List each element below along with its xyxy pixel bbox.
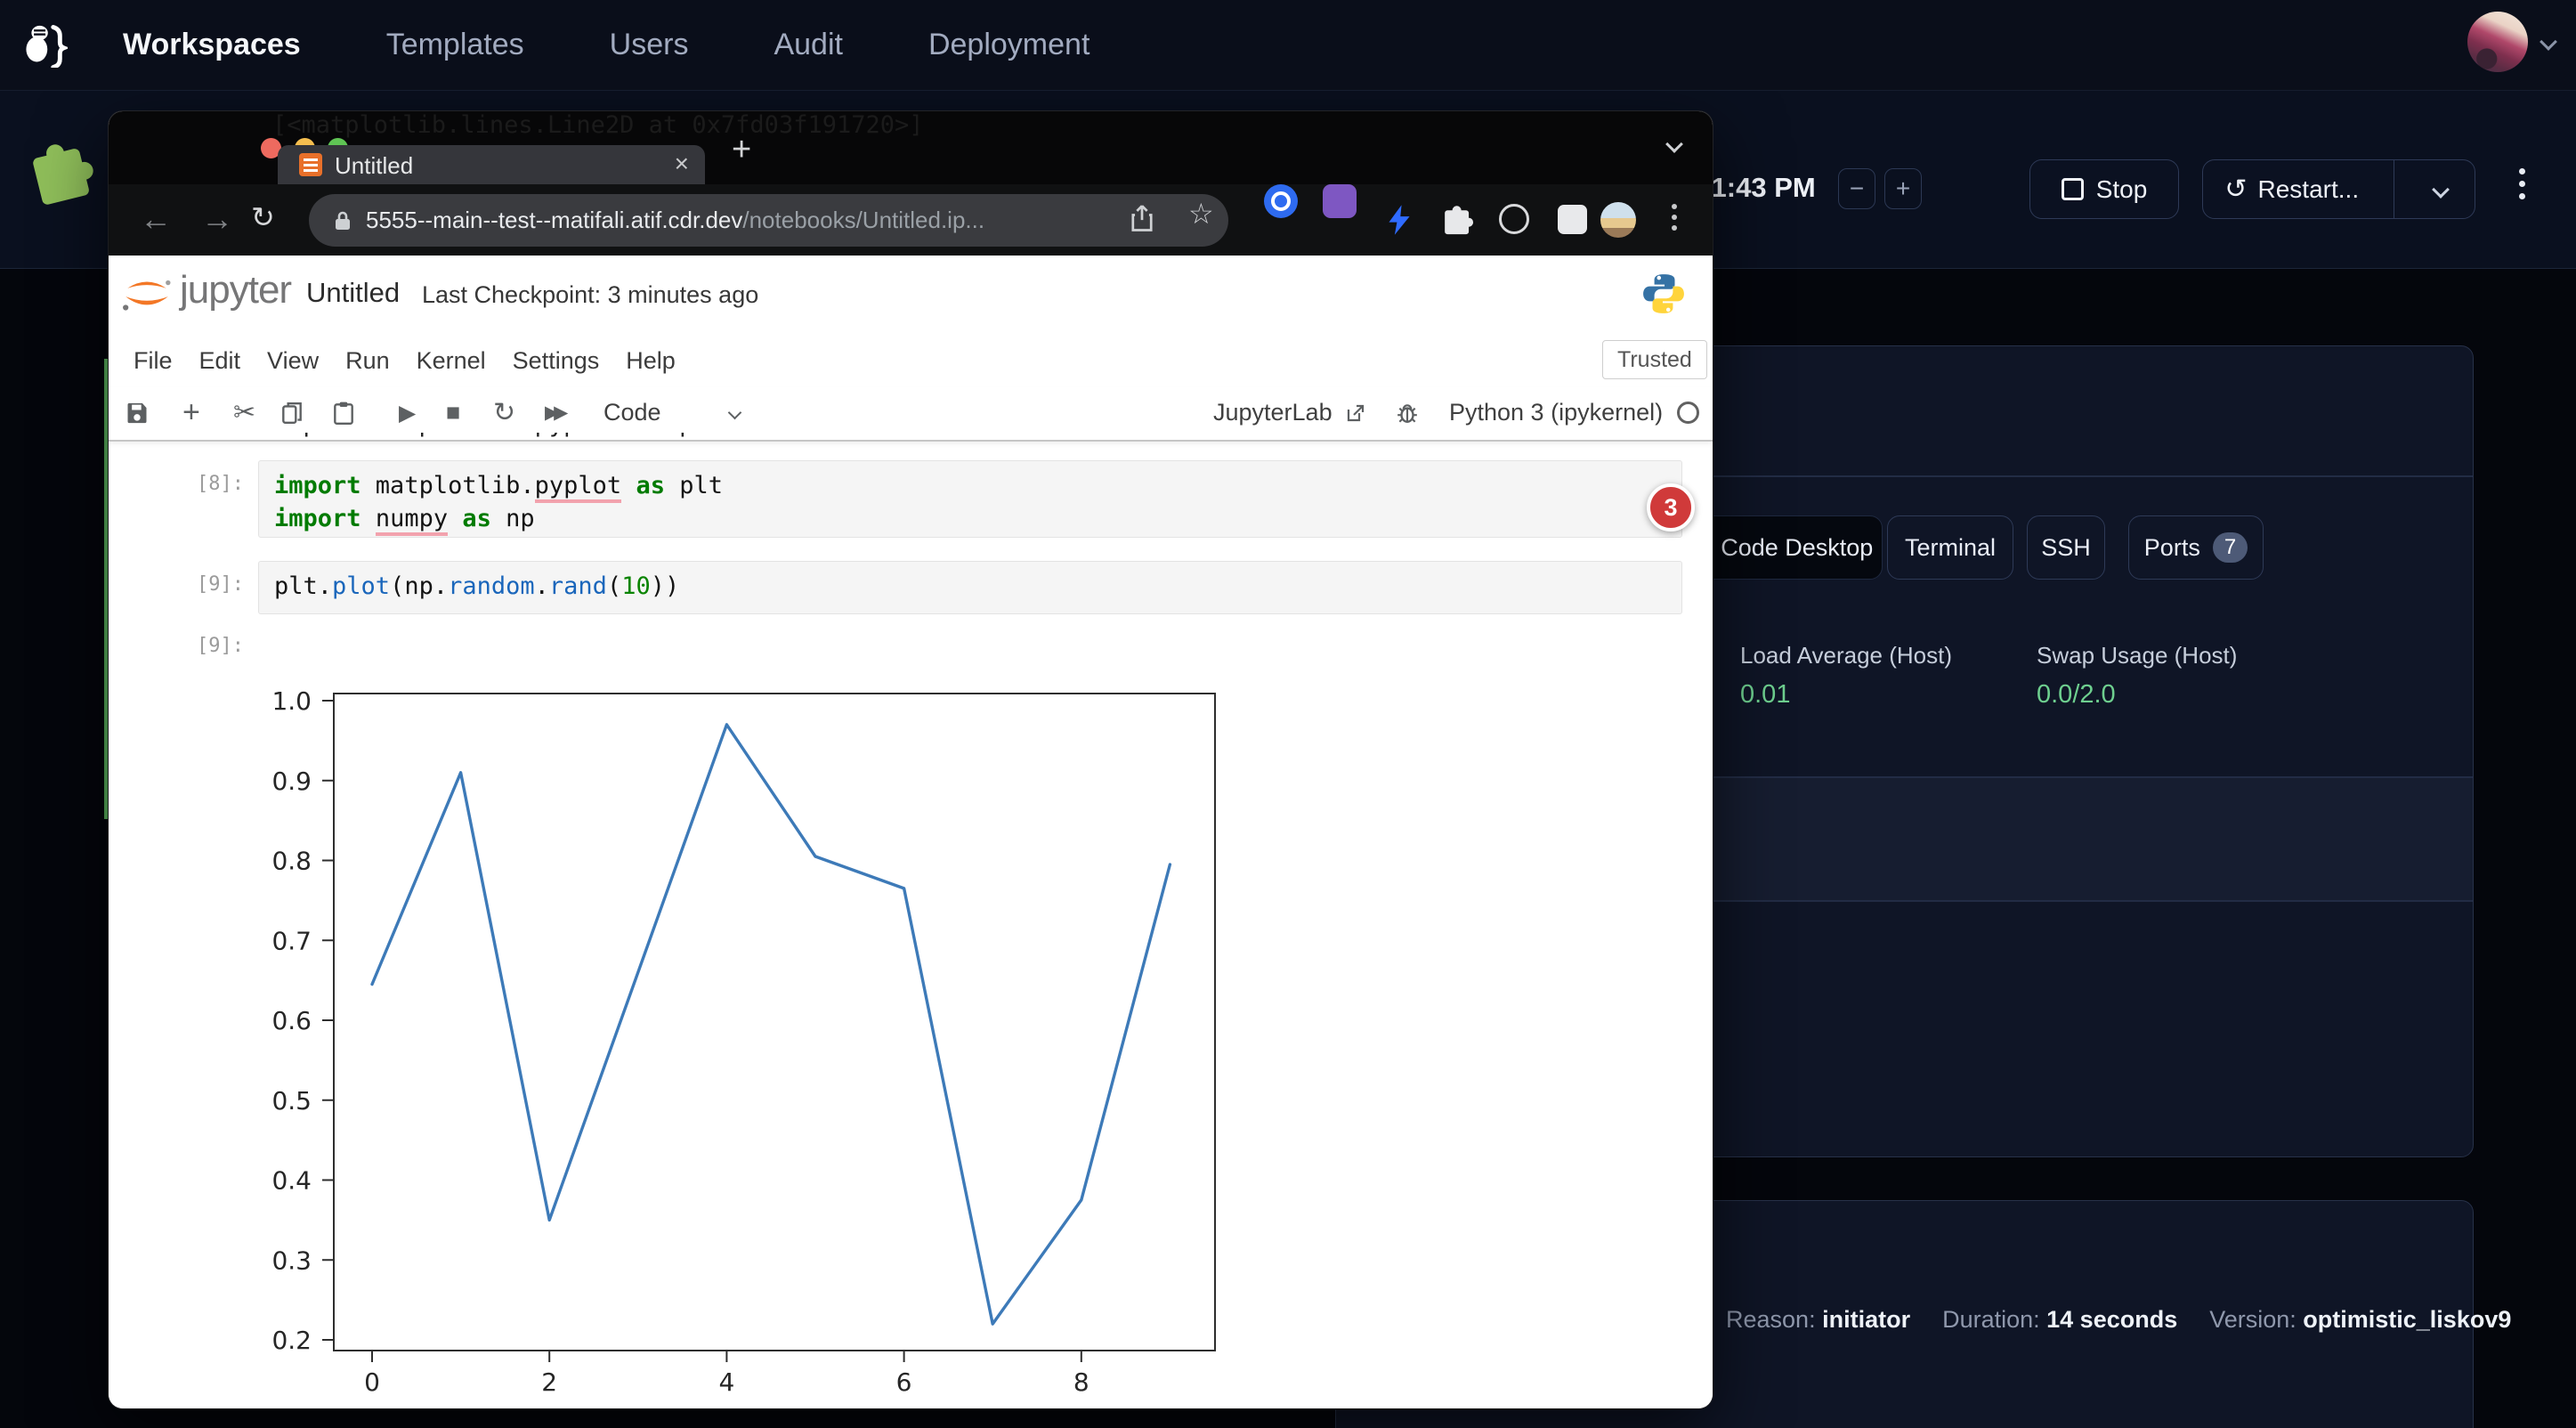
code-line: plt.plot(np.random.rand(10)): [274, 572, 679, 602]
code-token: plot: [332, 572, 390, 600]
meta-item: Version: optimistic_liskov9: [2209, 1306, 2511, 1334]
stat-label: Swap Usage (Host): [2037, 642, 2237, 669]
top-nav: Workspaces Templates Users Audit Deployment: [0, 0, 2576, 91]
nav-menu: Workspaces Templates Users Audit Deployment: [123, 0, 1090, 90]
nav-item-audit[interactable]: Audit: [774, 28, 843, 62]
code-token: random: [448, 572, 535, 600]
svg-text:6: 6: [896, 1367, 912, 1397]
screen: WorkspacesTemplatesUsersAuditDeployment …: [0, 0, 2576, 1428]
meta-label: Duration:: [1942, 1306, 2046, 1333]
svg-text:0.6: 0.6: [271, 1006, 312, 1035]
restart-icon: ↺: [2224, 176, 2247, 203]
cell-input-prompt: [8]:: [160, 471, 244, 498]
restart-split-button: ↺ Restart...: [2202, 159, 2475, 219]
cell-output-text: [<matplotlib.lines.Line2D at 0x7fd03f191…: [272, 111, 924, 140]
nav-item-workspaces[interactable]: Workspaces: [123, 28, 301, 62]
nav-item-templates[interactable]: Templates: [386, 28, 524, 62]
code-token: np: [491, 505, 535, 532]
code-token: )): [651, 572, 680, 600]
code-token: as: [636, 472, 665, 499]
meta-label: Reason:: [1726, 1306, 1822, 1333]
background: [0, 302, 119, 359]
svg-text:0.7: 0.7: [271, 926, 312, 955]
cell-input-prompt: [9]:: [160, 572, 244, 598]
user-avatar[interactable]: [2467, 12, 2528, 72]
svg-text:0.5: 0.5: [271, 1086, 312, 1116]
svg-text:0.4: 0.4: [271, 1166, 312, 1196]
chevron-down-icon[interactable]: [2540, 33, 2557, 51]
meta-item: Duration: 14 seconds: [1942, 1306, 2177, 1334]
zoom-out-button[interactable]: −: [1838, 168, 1875, 209]
restart-menu-button[interactable]: [2407, 160, 2475, 218]
notification-count-badge[interactable]: 3: [1647, 483, 1695, 531]
stat-block: Swap Usage (Host) 0.0/2.0: [2037, 642, 2237, 710]
code-token: as: [462, 505, 491, 532]
code-token: plt.: [274, 572, 332, 600]
code-token: rand: [549, 572, 607, 600]
stat-label: Load Average (Host): [1740, 642, 1952, 669]
svg-text:1.0: 1.0: [271, 686, 312, 716]
svg-text:0.9: 0.9: [271, 767, 312, 796]
restart-button[interactable]: ↺ Restart...: [2203, 160, 2381, 218]
workspace-time: 11:43 PM: [1697, 172, 1816, 204]
meta-value: 14 seconds: [2046, 1306, 2177, 1333]
restart-label: Restart...: [2258, 175, 2360, 204]
meta-value: optimistic_liskov9: [2303, 1306, 2511, 1333]
svg-text:0.3: 0.3: [271, 1245, 312, 1275]
code-token: [621, 472, 636, 499]
code-token: .: [535, 572, 549, 600]
stop-button[interactable]: Stop: [2029, 159, 2179, 219]
matplotlib-figure: 1.0 0.9 0.8 0.7 0.6 0.5 0.4 0.3 0.2 0 2 4 6 8: [251, 670, 1275, 1408]
svg-text:2: 2: [541, 1367, 557, 1397]
stat-value: 0.0/2.0: [2037, 680, 2237, 710]
svg-text:0: 0: [364, 1367, 380, 1397]
code-token: (: [607, 572, 621, 600]
code-token: [361, 505, 376, 532]
svg-text:4: 4: [718, 1367, 734, 1397]
code-token: 10: [621, 572, 651, 600]
code-token: numpy: [376, 505, 448, 536]
workspace-app-puzzle-icon: [19, 129, 101, 215]
code-token: import: [274, 505, 361, 532]
meta-label: Version:: [2209, 1306, 2303, 1333]
code-line: import numpy as np: [274, 504, 535, 534]
stat-block: Load Average (Host) 0.01: [1740, 642, 1952, 710]
code-token: pyplot: [535, 472, 622, 503]
build-meta-row: Reason: initiator Duration: 14 seconds Ver…: [1726, 1306, 2511, 1334]
code-token: matplotlib.: [361, 472, 535, 499]
clipped-code-line: import matplotlib.pyplot as plt: [274, 433, 1431, 440]
nav-item-users[interactable]: Users: [610, 28, 689, 62]
meta-item: Reason: initiator: [1726, 1306, 1910, 1334]
stop-icon: [2062, 178, 2084, 200]
code-token: (np.: [390, 572, 448, 600]
nav-item-deployment[interactable]: Deployment: [928, 28, 1090, 62]
svg-text:8: 8: [1073, 1367, 1090, 1397]
svg-text:0.8: 0.8: [271, 847, 312, 876]
svg-text:0.2: 0.2: [271, 1326, 312, 1355]
code-line: import matplotlib.pyplot as plt: [274, 471, 723, 501]
workspace-kebab-menu[interactable]: [2519, 168, 2525, 199]
stat-value: 0.01: [1740, 680, 1952, 710]
divider: [2394, 160, 2395, 218]
code-token: [448, 505, 462, 532]
cell-output-prompt: [9]:: [160, 633, 244, 660]
chevron-down-icon: [2432, 181, 2450, 199]
coder-logo-icon[interactable]: [21, 21, 68, 68]
browser-window: Untitled × + ← → ↻ 5555--main--test--mat…: [109, 111, 1713, 1408]
code-token: import: [274, 472, 361, 499]
stop-label: Stop: [2096, 175, 2148, 204]
zoom-in-button[interactable]: +: [1884, 168, 1922, 209]
code-token: plt: [665, 472, 723, 499]
meta-value: initiator: [1822, 1306, 1910, 1333]
